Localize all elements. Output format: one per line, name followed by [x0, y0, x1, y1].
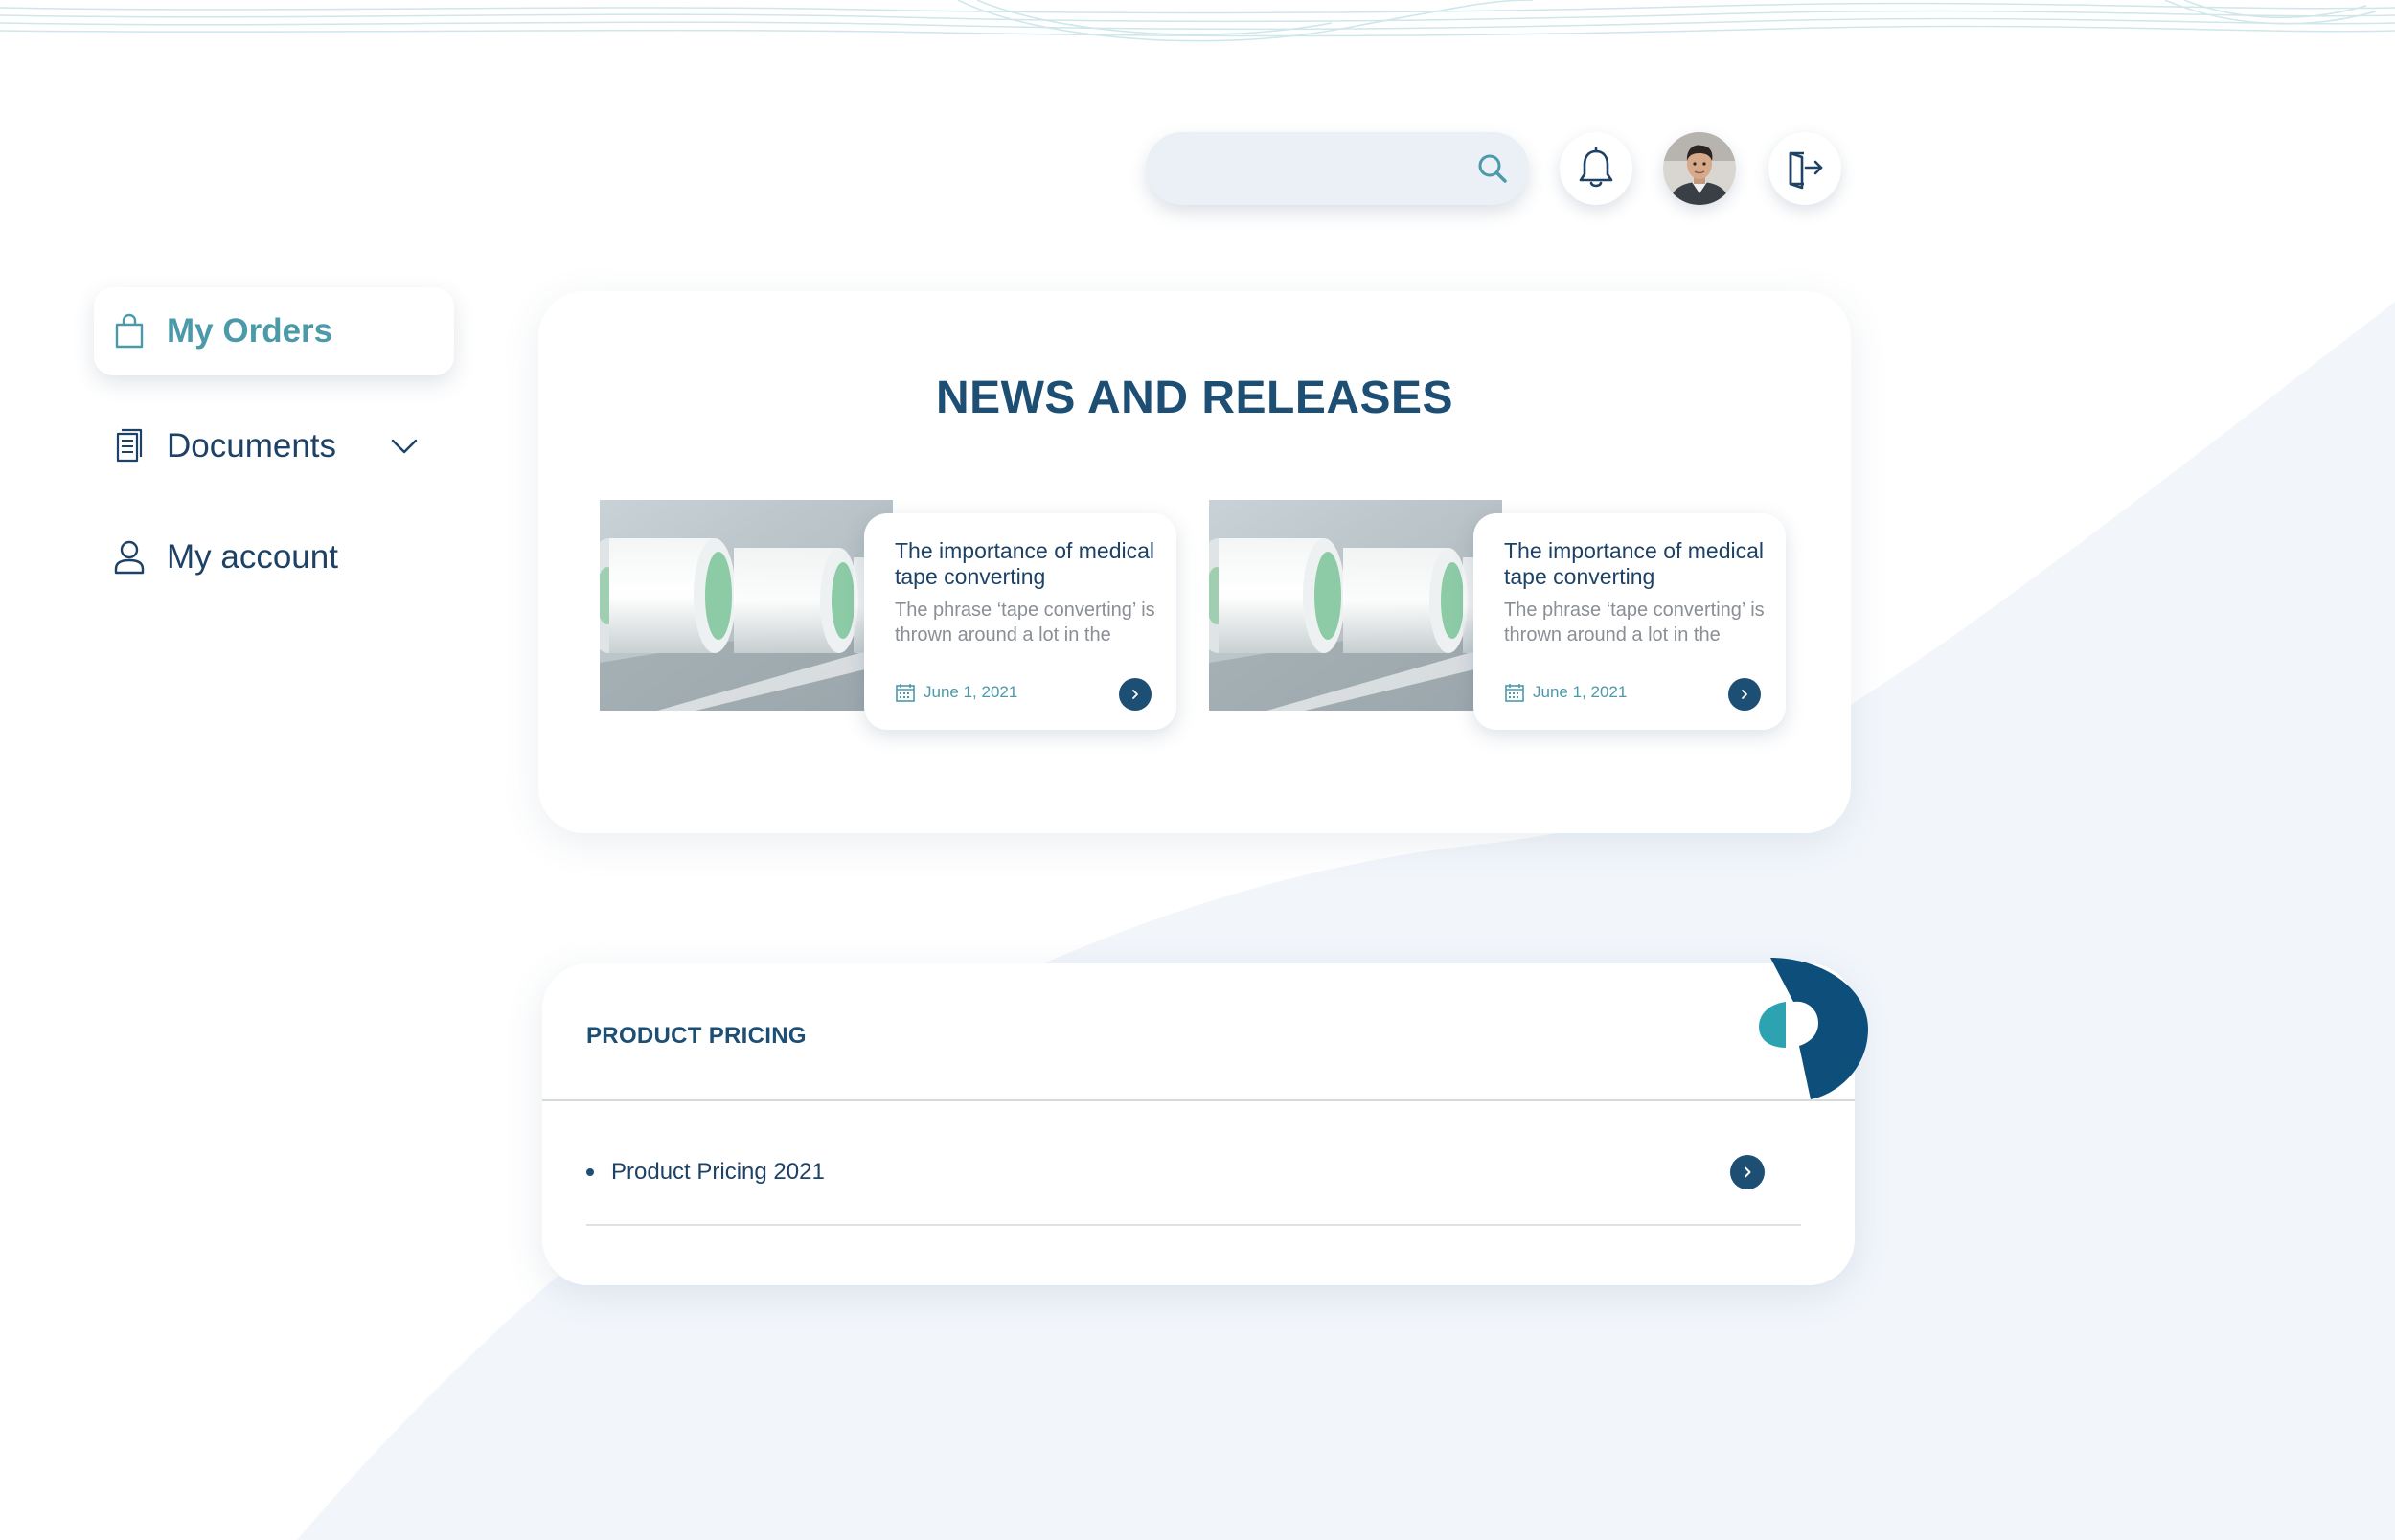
product-pricing-card: PRODUCT PRICING Product Pricing 2021	[542, 963, 1855, 1285]
divider	[542, 1099, 1855, 1101]
user-icon	[110, 538, 148, 577]
sidebar-item-label: Documents	[167, 427, 337, 464]
documents-icon	[110, 427, 148, 465]
news-headline[interactable]: The importance of medical tape convertin…	[895, 538, 1173, 590]
search-box	[1146, 132, 1529, 207]
chevron-right-icon	[1742, 690, 1747, 699]
pricing-list-item[interactable]: Product Pricing 2021	[586, 1136, 1801, 1226]
bell-icon	[1579, 147, 1613, 188]
news-date-row: June 1, 2021	[895, 682, 1017, 703]
search-icon	[1478, 154, 1507, 183]
news-headline[interactable]: The importance of medical tape convertin…	[1504, 538, 1782, 590]
news-item[interactable]: The importance of medical tape convertin…	[600, 496, 1194, 730]
news-read-more-button[interactable]	[1119, 678, 1152, 711]
news-image	[600, 500, 893, 711]
news-title: NEWS AND RELEASES	[935, 373, 1454, 423]
sidebar-item-my-account[interactable]: My account	[94, 513, 454, 601]
sidebar-item-label: My account	[167, 538, 338, 576]
calendar-icon	[1505, 684, 1524, 702]
chevron-down-icon[interactable]	[389, 431, 420, 462]
news-date: June 1, 2021	[1533, 683, 1628, 701]
news-date: June 1, 2021	[924, 683, 1018, 701]
sidebar-item-my-orders[interactable]: My Orders	[94, 287, 454, 375]
news-panel: The importance of medical tape convertin…	[864, 513, 1176, 730]
search-button[interactable]	[1470, 146, 1516, 192]
news-excerpt: The phrase ‘tape converting’ is thrown a…	[1504, 600, 1765, 645]
logout-button[interactable]	[1768, 132, 1841, 205]
news-image	[1209, 500, 1502, 711]
news-excerpt: The phrase ‘tape converting’ is thrown a…	[895, 600, 1155, 645]
pricing-title: PRODUCT PRICING	[586, 1023, 807, 1049]
news-date-row: June 1, 2021	[1504, 682, 1627, 703]
news-card: NEWS AND RELEASES The importance of medi…	[538, 291, 1851, 833]
search-input[interactable]	[1173, 132, 1454, 207]
user-avatar-button[interactable]	[1663, 132, 1736, 205]
chevron-right-icon	[1132, 690, 1138, 699]
news-item[interactable]: The importance of medical tape convertin…	[1209, 496, 1803, 730]
brand-logo	[1759, 958, 1868, 1099]
notifications-button[interactable]	[1560, 132, 1632, 205]
pricing-item-label[interactable]: Product Pricing 2021	[611, 1159, 825, 1186]
logout-icon	[1789, 151, 1823, 190]
calendar-icon	[896, 684, 915, 702]
pricing-open-button[interactable]	[1730, 1155, 1765, 1189]
news-panel: The importance of medical tape convertin…	[1473, 513, 1786, 730]
chevron-right-icon	[1745, 1166, 1751, 1178]
bullet	[586, 1168, 594, 1176]
shopping-bag-icon	[110, 312, 148, 351]
sidebar-item-documents[interactable]: Documents	[94, 402, 454, 490]
sidebar-item-label: My Orders	[167, 312, 333, 350]
user-avatar	[1663, 132, 1736, 205]
header-wave-pattern	[0, 0, 2395, 42]
news-read-more-button[interactable]	[1728, 678, 1761, 711]
